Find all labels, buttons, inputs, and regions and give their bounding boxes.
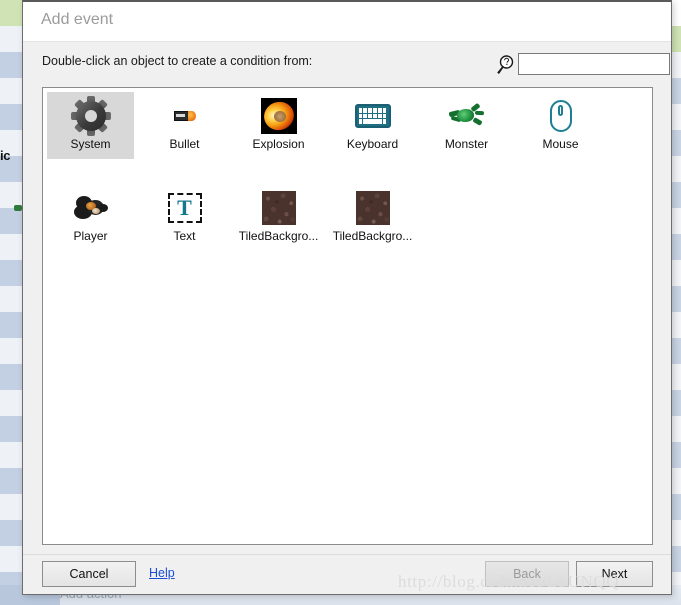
background-row [0,78,24,104]
object-item-label: Player [73,229,108,243]
dialog-title: Add event [41,11,114,28]
background-row [0,520,24,546]
search-help-icon [494,54,516,76]
search-input[interactable] [518,53,670,75]
object-item-monster[interactable]: Monster [423,92,510,159]
dialog-body: Double-click an object to create a condi… [23,42,671,594]
bullet-icon [141,95,228,137]
tiled-background-icon [235,187,322,229]
object-item-text[interactable]: T Text [141,184,228,251]
next-button[interactable]: Next [576,561,653,587]
background-row [0,364,24,390]
object-item-tiledbackground-1[interactable]: TiledBackgro... [235,184,322,251]
background-monster-thumbnail [14,205,22,211]
text-object-icon: T [141,187,228,229]
object-item-keyboard[interactable]: Keyboard [329,92,416,159]
background-row [0,286,24,312]
object-item-label: Keyboard [346,137,399,151]
add-event-dialog: Add event Double-click an object to crea… [22,0,672,595]
background-row [0,0,24,26]
background-row [0,442,24,468]
tiled-background-icon [329,187,416,229]
player-icon [47,187,134,229]
instruction-label: Double-click an object to create a condi… [42,54,313,68]
cancel-button[interactable]: Cancel [42,561,136,587]
background-row [0,104,24,130]
monster-icon [423,95,510,137]
object-item-bullet[interactable]: Bullet [141,92,228,159]
background-partial-text: ic [0,148,11,163]
background-row [0,416,24,442]
background-row [0,52,24,78]
object-item-label: TiledBackgro... [238,229,319,243]
back-button[interactable]: Back [485,561,569,587]
dialog-titlebar: Add event [23,2,671,42]
help-link[interactable]: Help [149,566,175,580]
footer-divider [23,554,671,555]
background-event-sheet-rows [0,0,24,605]
screen-root: ic Add action [0,0,681,605]
object-item-label: TiledBackgro... [332,229,413,243]
explosion-icon [235,95,322,137]
object-list-panel[interactable]: System Bullet Explosion Keyboard Monster… [42,87,653,545]
background-row [0,494,24,520]
keyboard-icon [329,95,416,137]
background-row [0,468,24,494]
background-row [0,260,24,286]
object-item-label: Text [173,229,196,243]
object-item-label: Monster [444,137,489,151]
object-item-system[interactable]: System [47,92,134,159]
gear-icon [47,95,134,137]
object-item-player[interactable]: Player [47,184,134,251]
background-row [0,338,24,364]
background-row [0,546,24,572]
background-row [0,390,24,416]
object-item-label: Explosion [252,137,305,151]
object-grid: System Bullet Explosion Keyboard Monster… [43,88,652,544]
object-item-explosion[interactable]: Explosion [235,92,322,159]
background-row [0,312,24,338]
object-item-label: Mouse [542,137,579,151]
background-row [0,26,24,52]
object-item-tiledbackground-2[interactable]: TiledBackgro... [329,184,416,251]
mouse-icon [517,95,604,137]
object-item-mouse[interactable]: Mouse [517,92,604,159]
background-row [0,208,24,234]
background-row [0,234,24,260]
object-item-label: Bullet [169,137,200,151]
object-item-label: System [70,137,111,151]
